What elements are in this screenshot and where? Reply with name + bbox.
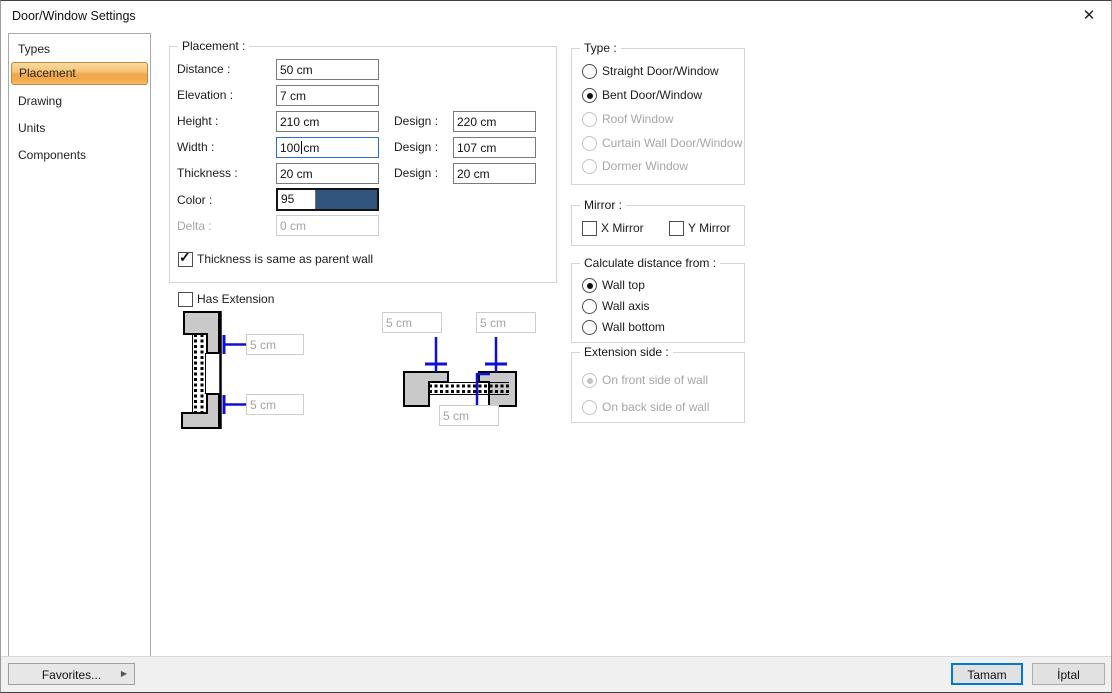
radio-wall-top[interactable] [582, 278, 597, 293]
sidebar-item-drawing[interactable]: Drawing [11, 89, 148, 113]
radio-roof-window-label: Roof Window [602, 109, 673, 129]
height-label: Height : [177, 111, 218, 131]
has-extension-checkbox[interactable] [178, 292, 193, 307]
radio-wall-axis-label: Wall axis [602, 296, 650, 316]
sidebar-item-types[interactable]: Types [11, 37, 148, 61]
title-bar: Door/Window Settings ✕ [1, 1, 1111, 32]
sidebar-item-components[interactable]: Components [11, 143, 148, 167]
radio-curtain-wall-door-window-label: Curtain Wall Door/Window [602, 133, 742, 153]
footer-bar: Favorites... ▶ Tamam İptal [1, 656, 1111, 692]
elevation-label: Elevation : [177, 85, 233, 105]
height-input[interactable] [276, 111, 379, 132]
radio-wall-bottom[interactable] [582, 320, 597, 335]
width-label: Width : [177, 137, 214, 157]
radio-curtain-wall-door-window [582, 136, 597, 151]
cancel-button[interactable]: İptal [1032, 663, 1105, 685]
radio-bent-door-window-label: Bent Door/Window [602, 85, 702, 105]
extension-side-group-label: Extension side : [580, 345, 673, 359]
ok-button[interactable]: Tamam [951, 663, 1023, 685]
placement-group-label: Placement : [178, 39, 249, 53]
radio-wall-axis[interactable] [582, 299, 597, 314]
radio-wall-bottom-label: Wall bottom [602, 317, 665, 337]
radio-straight-door-window[interactable] [582, 64, 597, 79]
width-design-input[interactable] [453, 137, 536, 158]
type-group-label: Type : [580, 41, 621, 55]
y-mirror-checkbox[interactable] [669, 221, 684, 236]
delta-input [276, 215, 379, 236]
radio-dormer-window-label: Dormer Window [602, 156, 688, 176]
favorites-button-label: Favorites... [42, 668, 101, 682]
thickness-label: Thickness : [177, 163, 238, 183]
height-design-input[interactable] [453, 111, 536, 132]
width-input[interactable] [276, 137, 379, 158]
sidebar-item-placement[interactable]: Placement [11, 62, 148, 85]
has-extension-label: Has Extension [197, 289, 274, 309]
arrow-right-icon: ▶ [121, 664, 127, 684]
elevation-input[interactable] [276, 85, 379, 106]
radio-bent-door-window[interactable] [582, 88, 597, 103]
radio-wall-top-label: Wall top [602, 275, 645, 295]
radio-back-side-of-wall [582, 400, 597, 415]
same-thickness-label: Thickness is same as parent wall [197, 249, 373, 269]
radio-straight-door-window-label: Straight Door/Window [602, 61, 719, 81]
radio-front-side-of-wall-label: On front side of wall [602, 370, 708, 390]
delta-label: Delta : [177, 216, 212, 236]
plan-left-offset-input [382, 312, 442, 333]
check-icon: ✓ [179, 249, 191, 266]
door-window-settings-dialog: Door/Window Settings ✕ Types Placement D… [0, 0, 1112, 693]
color-swatch [316, 190, 377, 209]
thickness-design-label: Design : [394, 163, 438, 183]
mirror-group-label: Mirror : [580, 198, 626, 212]
distance-label: Distance : [177, 59, 230, 79]
calc-distance-group-label: Calculate distance from : [580, 256, 720, 270]
dialog-title: Door/Window Settings [12, 9, 136, 23]
x-mirror-checkbox[interactable] [582, 221, 597, 236]
sidebar-item-units[interactable]: Units [11, 116, 148, 140]
same-thickness-checkbox[interactable]: ✓ [178, 252, 193, 267]
color-label: Color : [177, 190, 212, 210]
plan-bottom-offset-input [439, 405, 499, 426]
section-top-offset-input [246, 334, 304, 355]
sidebar: Types Placement Drawing Units Components [8, 33, 151, 657]
text-caret [301, 141, 302, 154]
plan-right-offset-input [476, 312, 536, 333]
color-picker[interactable]: 95 [276, 188, 379, 211]
height-design-label: Design : [394, 111, 438, 131]
section-bottom-offset-input [246, 394, 304, 415]
radio-roof-window [582, 112, 597, 127]
radio-dormer-window [582, 159, 597, 174]
y-mirror-label: Y Mirror [688, 218, 730, 238]
radio-front-side-of-wall [582, 373, 597, 388]
thickness-design-input[interactable] [453, 163, 536, 184]
color-number: 95 [278, 190, 316, 209]
distance-input[interactable] [276, 59, 379, 80]
close-icon[interactable]: ✕ [1080, 6, 1098, 24]
favorites-button[interactable]: Favorites... ▶ [8, 663, 135, 685]
x-mirror-label: X Mirror [601, 218, 644, 238]
width-design-label: Design : [394, 137, 438, 157]
radio-back-side-of-wall-label: On back side of wall [602, 397, 709, 417]
thickness-input[interactable] [276, 163, 379, 184]
